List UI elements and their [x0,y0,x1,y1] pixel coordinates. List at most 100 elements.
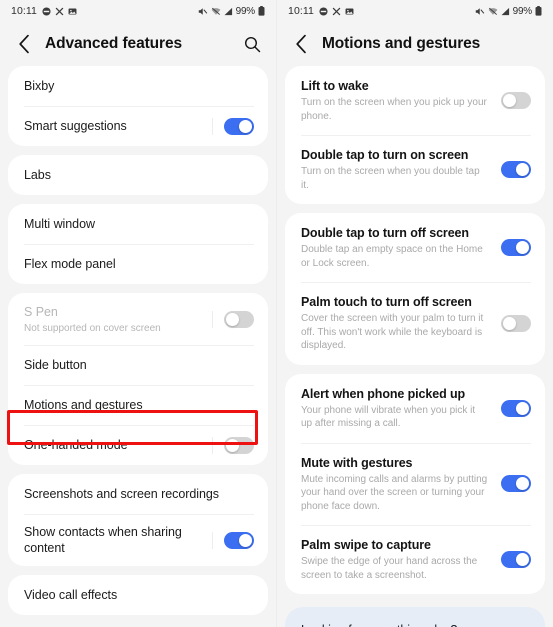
toggle-show-contacts[interactable] [224,531,254,549]
gesture-row-text: Double tap to turn on screen Turn on the… [301,147,501,192]
gesture-row-palm-swipe-to-capture[interactable]: Palm swipe to capture Swipe the edge of … [285,525,545,594]
toggle-wrap [501,551,531,568]
photo-icon [345,7,354,16]
right-phone-screen: 10:11 99% Motions and gestures Lift to w… [276,0,553,627]
looking-for-something-else-card: Looking for something else? Keep screen … [285,607,545,627]
settings-group: Screenshots and screen recordings Show c… [8,474,268,566]
signal-icon [501,7,510,16]
gesture-row-title: Double tap to turn on screen [301,148,469,162]
gestures-group: Double tap to turn off screen Double tap… [285,213,545,365]
settings-group: Video call effects [8,575,268,615]
wifi-icon [211,7,221,16]
toggle-knob [516,553,529,566]
toggle-knob [503,94,516,107]
settings-row-label: Smart suggestions [24,119,127,133]
status-bar-right: 10:11 99% [277,0,553,22]
gesture-row-text: Double tap to turn off screen Double tap… [301,225,501,270]
toggle-mute-with-gestures[interactable] [501,475,531,493]
gesture-row-text: Alert when phone picked up Your phone wi… [301,386,501,431]
status-bar-left: 10:11 99% [0,0,276,22]
toggle-wrap [501,314,531,332]
toggle-wrap [501,239,531,256]
status-bar-left-icons [42,6,77,16]
settings-row-label: Motions and gestures [24,398,143,412]
settings-row-labs[interactable]: Labs [8,155,268,195]
toggle-divider [212,436,213,454]
hint-card-title: Looking for something else? [301,622,529,627]
signal-icon [224,7,233,16]
toggle-lift-to-wake[interactable] [501,92,531,109]
settings-row-screenshots[interactable]: Screenshots and screen recordings [8,474,268,514]
settings-row-label: One-handed mode [24,438,128,452]
status-bar-clock: 10:11 [288,5,314,17]
settings-row-label: Video call effects [24,588,118,602]
gesture-row-title: Double tap to turn off screen [301,226,469,240]
settings-group: Bixby Smart suggestions [8,66,268,146]
gesture-row-lift-to-wake[interactable]: Lift to wake Turn on the screen when you… [285,66,545,135]
battery-percentage: 99% [512,5,533,17]
gesture-row-description: Cover the screen with your palm to turn … [301,313,484,351]
gestures-list[interactable]: Lift to wake Turn on the screen when you… [277,66,553,627]
toggle-palm-swipe-to-capture[interactable] [501,551,531,568]
toggle-double-tap-turn-off[interactable] [501,239,531,256]
gesture-row-double-tap-turn-off[interactable]: Double tap to turn off screen Double tap… [285,213,545,282]
gestures-group: Alert when phone picked up Your phone wi… [285,373,545,594]
settings-row-bixby[interactable]: Bixby [8,66,268,106]
app-bar-right: Motions and gestures [277,22,553,66]
toggle-alert-when-picked-up[interactable] [501,399,531,417]
settings-row-smart-suggestions[interactable]: Smart suggestions [8,106,268,146]
do-not-disturb-icon [319,6,328,16]
settings-row-label: Labs [24,168,51,182]
gesture-row-alert-when-picked-up[interactable]: Alert when phone picked up Your phone wi… [285,374,545,443]
gesture-row-mute-with-gestures[interactable]: Mute with gestures Mute incoming calls a… [285,442,545,526]
toggle-wrap [501,475,531,493]
toggle-knob [239,533,252,547]
settings-row-multi-window[interactable]: Multi window [8,204,268,244]
toggle-s-pen [224,310,254,328]
gesture-row-text: Palm swipe to capture Swipe the edge of … [301,537,501,582]
settings-group: Labs [8,155,268,195]
toggle-smart-suggestions[interactable] [224,117,254,135]
gesture-row-double-tap-turn-on[interactable]: Double tap to turn on screen Turn on the… [285,135,545,204]
sound-off-icon [475,7,485,16]
toggle-knob [516,163,529,176]
gesture-row-palm-touch-turn-off[interactable]: Palm touch to turn off screen Cover the … [285,282,545,365]
settings-row-label: Bixby [24,79,55,93]
back-button-left[interactable] [13,33,35,55]
settings-row-video-call-effects[interactable]: Video call effects [8,575,268,615]
gesture-row-title: Palm touch to turn off screen [301,295,472,309]
settings-row-one-handed-mode[interactable]: One-handed mode [8,425,268,465]
settings-row-label: Screenshots and screen recordings [24,487,219,501]
gesture-row-description: Swipe the edge of your hand across the s… [301,556,478,581]
mute-icon [332,7,341,16]
settings-row-s-pen: S Pen Not supported on cover screen [8,293,268,345]
settings-row-text: S Pen Not supported on cover screen [24,303,212,335]
status-bar-right-icons: 99% [475,6,542,17]
toggle-double-tap-turn-on[interactable] [501,161,531,178]
settings-row-motions-and-gestures[interactable]: Motions and gestures [8,385,268,425]
gestures-group: Lift to wake Turn on the screen when you… [285,66,545,204]
search-icon[interactable] [240,32,264,56]
gesture-row-description: Turn on the screen when you pick up your… [301,97,487,122]
settings-row-flex-mode-panel[interactable]: Flex mode panel [8,244,268,284]
settings-row-show-contacts[interactable]: Show contacts when sharing content [8,514,268,566]
battery-icon [258,6,265,16]
settings-row-label: Show contacts when sharing content [24,525,182,555]
settings-row-sublabel: Not supported on cover screen [24,323,161,334]
toggle-palm-touch-turn-off[interactable] [501,314,531,332]
settings-row-side-button[interactable]: Side button [8,345,268,385]
back-button-right[interactable] [290,33,312,55]
toggle-knob [226,438,239,452]
settings-row-label: S Pen [24,305,58,319]
settings-group: Multi window Flex mode panel [8,204,268,284]
do-not-disturb-icon [42,6,51,16]
toggle-one-handed-mode[interactable] [224,436,254,454]
toggle-divider [212,310,213,328]
gesture-row-description: Turn on the screen when you double tap i… [301,166,480,191]
left-phone-screen: 10:11 99% Advanced features Bixby Smart … [0,0,276,627]
settings-row-label: Flex mode panel [24,257,116,271]
settings-list-left[interactable]: Bixby Smart suggestions Labs Multi windo… [0,66,276,627]
page-title-right: Motions and gestures [322,35,481,52]
status-bar-left-icons [319,6,354,16]
status-bar-right-icons: 99% [198,6,265,17]
